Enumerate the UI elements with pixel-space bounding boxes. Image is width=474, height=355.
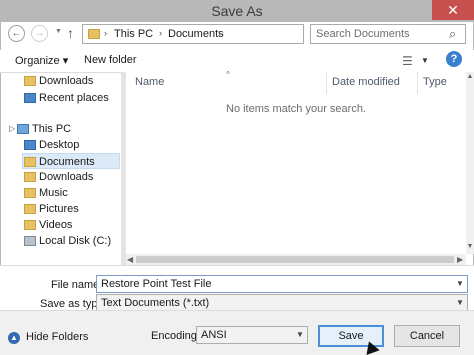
horizontal-scrollbar[interactable]: ◀ ▶ — [126, 254, 466, 265]
file-name-dropdown-icon[interactable]: ▼ — [456, 279, 464, 288]
sidebar-item-documents[interactable]: Documents — [22, 153, 120, 169]
save-form: File name: ▼ Save as type: Text Document… — [0, 265, 474, 312]
this-pc-icon — [17, 124, 29, 134]
encoding-value: ANSI — [201, 329, 227, 341]
recent-locations-dropdown[interactable]: ▼ — [55, 28, 62, 35]
recent-places-icon — [24, 93, 36, 103]
sidebar-item-label: Videos — [39, 219, 73, 231]
downloads-icon — [24, 76, 36, 86]
sidebar-item-pictures[interactable]: Pictures — [24, 201, 120, 217]
change-view-icon[interactable]: ☰ — [402, 54, 413, 68]
horizontal-scroll-thumb[interactable] — [136, 256, 454, 263]
sidebar-item-label: Desktop — [39, 139, 80, 151]
desktop-icon — [24, 140, 36, 150]
sidebar-item-videos[interactable]: Videos — [24, 217, 120, 233]
documents-icon — [24, 157, 36, 167]
cancel-button[interactable]: Cancel — [394, 325, 460, 347]
column-divider[interactable] — [417, 72, 418, 94]
forward-button[interactable]: → — [31, 25, 48, 42]
encoding-label: Encoding: — [151, 330, 200, 342]
encoding-dropdown-icon[interactable]: ▼ — [296, 330, 304, 339]
scroll-down-icon[interactable]: ▼ — [466, 243, 474, 250]
local-disk-icon — [24, 236, 36, 246]
sidebar-item-label: Recent places — [39, 92, 109, 104]
hide-folders-label: Hide Folders — [26, 331, 89, 343]
file-name-label: File name: — [51, 279, 103, 291]
file-list[interactable]: ^ Name Date modified Type No items match… — [126, 70, 466, 254]
folder-icon — [88, 29, 100, 39]
breadcrumb-documents[interactable]: Documents — [168, 28, 224, 40]
search-box[interactable]: ⌕ — [310, 24, 466, 44]
breadcrumb-separator: › — [104, 28, 107, 38]
new-folder-button[interactable]: New folder — [84, 54, 137, 66]
encoding-select[interactable]: ANSI ▼ — [196, 326, 308, 344]
navigation-pane: Downloads Recent places ▷ This PC Deskto… — [0, 72, 121, 265]
scroll-up-icon[interactable]: ▲ — [466, 73, 474, 80]
sidebar-item-downloads-pc[interactable]: Downloads — [24, 169, 120, 185]
breadcrumb-separator: › — [218, 28, 221, 38]
search-input[interactable] — [316, 27, 441, 41]
videos-icon — [24, 220, 36, 230]
column-header-type[interactable]: Type — [423, 76, 447, 88]
save-as-type-dropdown-icon[interactable]: ▼ — [456, 298, 464, 307]
column-divider[interactable] — [326, 72, 327, 94]
sidebar-item-label: Documents — [39, 156, 95, 168]
breadcrumb-this-pc[interactable]: This PC — [114, 28, 153, 40]
save-as-type-value: Text Documents (*.txt) — [101, 297, 210, 309]
command-bar: Organize ▾ New folder ☰ ▼ ? — [0, 50, 474, 72]
sidebar-item-label: Music — [39, 187, 68, 199]
back-button[interactable]: ← — [8, 25, 25, 42]
vertical-scrollbar[interactable]: ▲ ▼ — [466, 72, 474, 254]
expand-this-pc-icon[interactable]: ▷ — [9, 124, 15, 133]
file-name-input[interactable] — [101, 277, 441, 291]
sidebar-item-label: Downloads — [39, 171, 94, 183]
sidebar-item-downloads[interactable]: Downloads — [24, 73, 120, 89]
sidebar-item-label: This PC — [32, 123, 72, 135]
window-title: Save As — [211, 3, 263, 19]
title-bar: Save As ✕ — [0, 0, 474, 22]
organize-button[interactable]: Organize ▾ — [15, 54, 68, 67]
column-header-date-modified[interactable]: Date modified — [332, 76, 400, 88]
music-icon — [24, 188, 36, 198]
up-button[interactable]: ↑ — [67, 25, 74, 41]
sidebar-item-local-disk[interactable]: Local Disk (C:) — [24, 233, 120, 249]
collapse-icon: ▲ — [8, 332, 20, 344]
file-name-field[interactable]: ▼ — [96, 275, 468, 293]
sort-indicator-icon: ^ — [226, 70, 230, 79]
address-bar[interactable]: › This PC › Documents › ▼ ↻ — [82, 24, 381, 44]
sidebar-item-recent-places[interactable]: Recent places — [24, 90, 120, 106]
help-icon[interactable]: ? — [446, 51, 462, 67]
sidebar-item-desktop[interactable]: Desktop — [24, 137, 120, 153]
breadcrumb-separator: › — [159, 28, 162, 38]
empty-folder-message: No items match your search. — [226, 103, 366, 115]
dialog-footer: ▲ Hide Folders Encoding: ANSI ▼ Save Can… — [0, 310, 474, 355]
sidebar-item-music[interactable]: Music — [24, 185, 120, 201]
downloads-icon — [24, 172, 36, 182]
scroll-right-icon[interactable]: ▶ — [457, 255, 463, 264]
sidebar-item-label: Downloads — [39, 75, 94, 87]
scroll-left-icon[interactable]: ◀ — [127, 255, 133, 264]
sidebar-item-label: Pictures — [39, 203, 79, 215]
views-dropdown-icon[interactable]: ▼ — [421, 56, 429, 65]
search-icon[interactable]: ⌕ — [449, 26, 456, 42]
sidebar-item-label: Local Disk (C:) — [39, 235, 112, 247]
column-header-name[interactable]: Name — [135, 76, 164, 88]
close-button[interactable]: ✕ — [432, 0, 474, 20]
sidebar-item-this-pc[interactable]: This PC — [17, 121, 120, 137]
pictures-icon — [24, 204, 36, 214]
